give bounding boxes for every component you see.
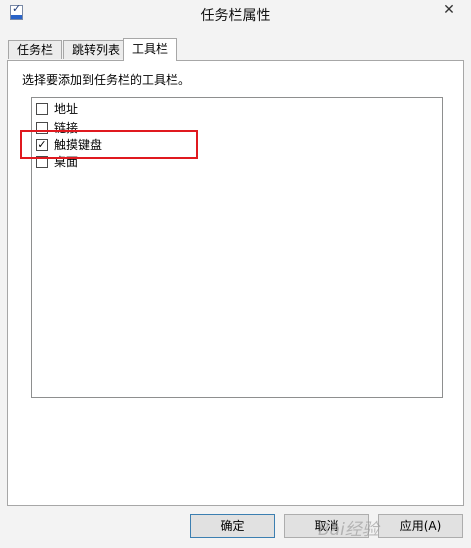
toolbar-item-label: 地址 (54, 102, 79, 116)
ok-button[interactable]: 确定 (190, 514, 275, 538)
apply-button[interactable]: 应用(A) (378, 514, 463, 538)
tab-toolbars[interactable]: 工具栏 (123, 38, 177, 61)
close-button[interactable]: ✕ (435, 0, 463, 20)
window-title: 任务栏属性 (200, 8, 271, 24)
instruction-text: 选择要添加到任务栏的工具栏。 (22, 73, 191, 87)
watermark-logo: Bai经验 (318, 520, 379, 540)
annotation-highlight-box (20, 130, 198, 159)
checkbox[interactable] (36, 103, 48, 115)
tab-taskbar[interactable]: 任务栏 (8, 40, 62, 59)
tab-jump-lists[interactable]: 跳转列表 (63, 40, 129, 59)
title-bar: ✓ 任务栏属性 ✕ (0, 0, 471, 28)
